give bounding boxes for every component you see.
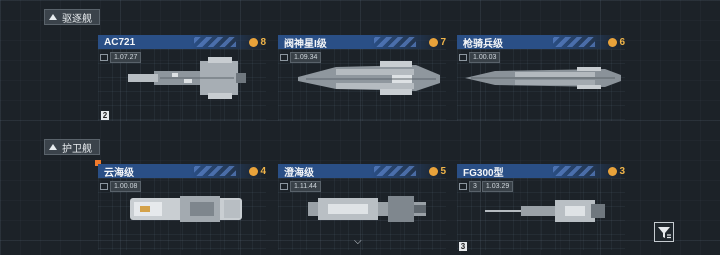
ship-image xyxy=(465,67,621,89)
ship-card-cloudsea[interactable]: 云海级 4 1.00.08 xyxy=(98,164,266,254)
medal-icon xyxy=(249,37,259,47)
ship-stats: 1.11.44 xyxy=(280,181,321,192)
ship-image xyxy=(298,61,440,95)
ship-name: 澄海级 xyxy=(284,167,314,179)
ship-card-ac721[interactable]: AC721 8 1.07.27 2 xyxy=(98,35,266,125)
ship-stat-value: 1.11.44 xyxy=(290,181,321,192)
level-badge: 5 xyxy=(429,164,446,178)
count-badge: 2 xyxy=(101,111,109,120)
medal-icon xyxy=(608,37,618,47)
section-tab-frigates[interactable]: 护卫舰 xyxy=(44,139,100,155)
ship-image xyxy=(130,196,242,222)
ship-name: 云海级 xyxy=(104,167,134,179)
ship-stat-icon xyxy=(280,54,288,61)
name-bar: 阀神星I级 xyxy=(278,35,446,50)
ship-image xyxy=(128,57,246,99)
ship-stat-icon xyxy=(459,183,467,190)
ship-name: 枪骑兵级 xyxy=(463,38,503,50)
ship-stat-icon xyxy=(280,183,288,190)
collapse-triangle-icon xyxy=(49,144,57,150)
ship-stat-icon xyxy=(100,183,108,190)
chevron-down-icon[interactable]: ⌵ xyxy=(354,236,362,247)
section-label: 驱逐舰 xyxy=(62,13,92,25)
filter-button[interactable] xyxy=(654,222,674,242)
level-badge: 3 xyxy=(608,164,625,178)
section-tab-destroyers[interactable]: 驱逐舰 xyxy=(44,9,100,25)
medal-icon xyxy=(249,166,259,176)
ship-stat-icon xyxy=(100,54,108,61)
ship-name: AC721 xyxy=(104,36,136,48)
ship-name: FG300型 xyxy=(463,167,504,179)
ship-name: 阀神星I级 xyxy=(284,38,327,50)
level-badge: 4 xyxy=(249,164,266,178)
ship-image xyxy=(485,200,605,222)
ship-stat-value: 1.00.08 xyxy=(110,181,142,192)
level-badge: 6 xyxy=(608,35,625,49)
name-bar: FG300型 xyxy=(457,164,625,179)
count-badge: 3 xyxy=(459,242,467,251)
ship-card-lancer[interactable]: 枪骑兵级 6 1.00.03 xyxy=(457,35,625,125)
name-bar: 云海级 xyxy=(98,164,266,179)
section-label: 护卫舰 xyxy=(62,143,92,155)
medal-icon xyxy=(429,37,439,47)
level-badge: 7 xyxy=(429,35,446,49)
ship-card-clearsea[interactable]: 澄海级 5 1.11.44 xyxy=(278,164,446,254)
ship-image xyxy=(308,196,426,222)
name-bar: 枪骑兵级 xyxy=(457,35,625,50)
ship-stats: 3 1.03.29 xyxy=(459,181,514,192)
level-badge: 8 xyxy=(249,35,266,49)
ship-card-fg300[interactable]: FG300型 3 3 1.03.29 3 xyxy=(457,164,625,254)
ship-stats: 1.00.08 xyxy=(100,181,142,192)
ship-card-judgment[interactable]: 阀神星I级 7 1.09.34 xyxy=(278,35,446,125)
collapse-triangle-icon xyxy=(49,14,57,20)
ship-stat-value: 1.03.29 xyxy=(481,181,514,192)
medal-icon xyxy=(608,166,618,176)
ship-count: 3 xyxy=(469,181,481,192)
medal-icon xyxy=(429,166,439,176)
filter-icon xyxy=(658,227,671,239)
name-bar: 澄海级 xyxy=(278,164,446,179)
name-bar: AC721 xyxy=(98,35,266,49)
